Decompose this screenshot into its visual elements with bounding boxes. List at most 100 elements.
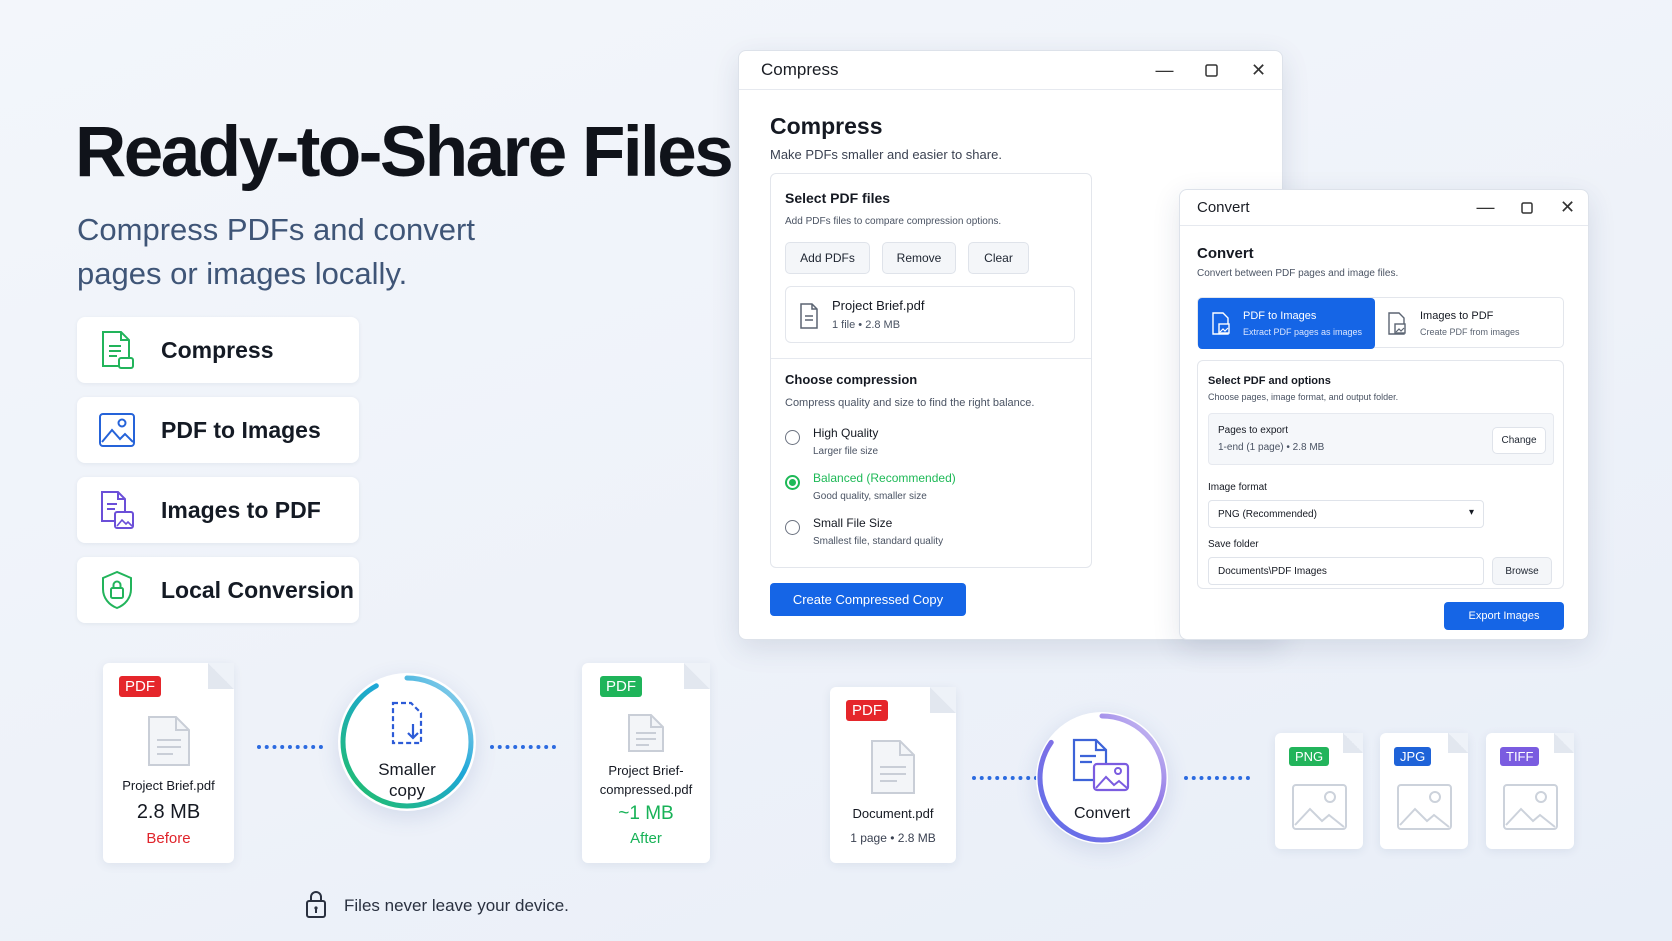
radio-small-file[interactable]: [785, 520, 800, 535]
add-pdfs-button[interactable]: Add PDFs: [785, 242, 870, 274]
image-placeholder-icon: [1503, 784, 1558, 830]
flow-connector: [972, 776, 1038, 780]
save-folder-input[interactable]: Documents\PDF Images: [1208, 557, 1484, 585]
lock-icon: [306, 891, 326, 918]
compress-heading: Compress: [770, 113, 883, 139]
hero-title: Ready-to-Share Files: [75, 113, 734, 192]
pages-to-export-row: Pages to export 1-end (1 page) • 2.8 MB …: [1208, 413, 1554, 465]
create-compressed-copy-button[interactable]: Create Compressed Copy: [770, 583, 966, 616]
smaller-copy-step: Smaller copy: [338, 673, 476, 811]
image-format-select[interactable]: PNG (Recommended) ▾: [1208, 500, 1484, 528]
flow-connector: [1184, 776, 1250, 780]
pdf-badge: PDF: [600, 676, 642, 697]
change-button[interactable]: Change: [1492, 427, 1546, 454]
images-to-pdf-icon: [1388, 312, 1406, 335]
tab-sub: Extract PDF pages as images: [1243, 327, 1363, 337]
format-label: Image format: [1208, 482, 1267, 493]
flow-connector: [490, 745, 556, 749]
browse-button[interactable]: Browse: [1492, 557, 1552, 585]
compress-titlebar: Compress — ✕: [739, 51, 1282, 90]
pdf-badge: PDF: [846, 700, 888, 721]
file-name: Project Brief.pdf: [122, 778, 215, 793]
maximize-icon[interactable]: [1188, 51, 1235, 90]
png-badge: PNG: [1289, 747, 1330, 766]
pdf-to-images-icon: [1212, 312, 1230, 335]
file-name: Project Brief-: [608, 763, 684, 778]
feature-pdf-to-images[interactable]: PDF to Images: [77, 397, 359, 463]
compress-options-card: Select PDF files Add PDFs files to compa…: [770, 173, 1092, 568]
minimize-icon[interactable]: —: [1141, 51, 1188, 90]
document-icon: [800, 303, 818, 329]
divider: [771, 358, 1091, 359]
footer-note: Files never leave your device.: [344, 896, 569, 915]
feature-images-to-pdf[interactable]: Images to PDF: [77, 477, 359, 543]
output-png-card: PNG: [1275, 733, 1363, 849]
export-images-button[interactable]: Export Images: [1444, 602, 1564, 630]
feature-label: Compress: [161, 336, 274, 363]
file-size: 2.8 MB: [136, 801, 201, 823]
option-sub: Good quality, smaller size: [813, 491, 927, 502]
format-value: PNG (Recommended): [1218, 509, 1317, 520]
tab-pdf-to-images[interactable]: PDF to Images Extract PDF pages as image…: [1198, 298, 1375, 349]
tiff-badge: TIFF: [1500, 747, 1540, 766]
after-tag: After: [630, 830, 662, 847]
selected-file-row[interactable]: Project Brief.pdf 1 file • 2.8 MB: [785, 286, 1075, 343]
convert-mode-tabs: PDF to Images Extract PDF pages as image…: [1197, 297, 1564, 349]
clear-button[interactable]: Clear: [968, 242, 1029, 274]
feature-compress[interactable]: Compress: [77, 317, 359, 383]
convert-description: Convert between PDF pages and image file…: [1197, 268, 1399, 279]
option-label: Small File Size: [813, 516, 893, 530]
feature-local-conversion[interactable]: Local Conversion: [77, 557, 359, 623]
close-icon[interactable]: ✕: [1235, 51, 1282, 90]
file-size: ~1 MB: [618, 803, 674, 824]
window-title: Compress: [761, 60, 839, 79]
pages-label: Pages to export: [1218, 425, 1289, 436]
file-meta: 1 page • 2.8 MB: [850, 831, 936, 845]
tab-label: Images to PDF: [1420, 310, 1494, 322]
page-fold: [1343, 733, 1363, 753]
output-jpg-card: JPG: [1380, 733, 1468, 849]
select-files-title: Select PDF files: [785, 190, 891, 206]
page-fold: [1554, 733, 1574, 753]
compress-doc-icon: [97, 330, 137, 370]
pages-value: 1-end (1 page) • 2.8 MB: [1218, 442, 1325, 453]
remove-button[interactable]: Remove: [882, 242, 956, 274]
file-name: Document.pdf: [852, 806, 934, 821]
file-meta: 1 file • 2.8 MB: [832, 319, 901, 331]
tab-label: PDF to Images: [1243, 310, 1317, 322]
convert-step: Convert: [1036, 712, 1168, 844]
after-file-card: PDF Project Brief- compressed.pdf ~1 MB …: [582, 663, 710, 863]
select-files-hint: Add PDFs files to compare compression op…: [785, 216, 1002, 227]
compress-description: Make PDFs smaller and easier to share.: [770, 147, 1002, 162]
document-icon: [628, 714, 664, 752]
image-icon: [97, 410, 137, 450]
tab-images-to-pdf[interactable]: Images to PDF Create PDF from images: [1375, 298, 1563, 349]
before-tag: Before: [146, 830, 191, 847]
convert-options-card: Select PDF and options Choose pages, ima…: [1197, 360, 1564, 589]
option-label: High Quality: [813, 426, 879, 440]
step-label: Convert: [1073, 805, 1131, 822]
maximize-icon[interactable]: [1506, 190, 1547, 226]
convert-window: Convert — ✕ Convert Convert between PDF …: [1179, 189, 1589, 640]
radio-high-quality[interactable]: [785, 430, 800, 445]
option-sub: Smallest file, standard quality: [813, 536, 944, 547]
radio-balanced[interactable]: [785, 475, 800, 490]
image-placeholder-icon: [1292, 784, 1347, 830]
compress-arrow-icon: [391, 701, 423, 745]
document-icon: [871, 740, 915, 794]
window-title: Convert: [1197, 199, 1250, 216]
page-fold: [684, 663, 710, 689]
convert-icon: [1072, 738, 1130, 792]
step-label: copy: [389, 781, 425, 800]
compression-hint: Compress quality and size to find the ri…: [785, 397, 1035, 409]
hero-subtitle: Compress PDFs and convert pages or image…: [77, 212, 475, 291]
flow-connector: [257, 745, 323, 749]
folder-value: Documents\PDF Images: [1218, 566, 1327, 577]
minimize-icon[interactable]: —: [1465, 190, 1506, 226]
feature-label: Local Conversion: [161, 576, 354, 603]
images-to-pdf-icon: [97, 490, 137, 530]
step-label: Smaller: [378, 760, 436, 779]
option-sub: Larger file size: [813, 446, 879, 457]
close-icon[interactable]: ✕: [1547, 190, 1588, 226]
file-name: compressed.pdf: [599, 782, 693, 797]
